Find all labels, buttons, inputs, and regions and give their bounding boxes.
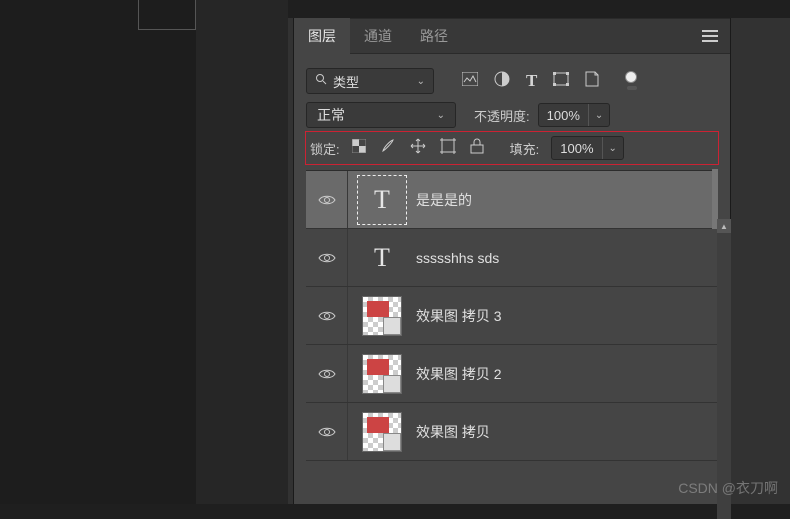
layer-thumb-text: T [362, 180, 402, 220]
opacity-value: 100% [539, 108, 588, 123]
layer-thumb-smart [362, 296, 402, 336]
scroll-up-icon[interactable]: ▲ [717, 219, 731, 233]
layer-name[interactable]: 效果图 拷贝 2 [416, 364, 502, 384]
opacity-label: 不透明度: [474, 106, 530, 125]
layer-item[interactable]: 效果图 拷贝 [306, 403, 718, 461]
fill-input[interactable]: 100% ⌄ [551, 136, 624, 160]
layers-list: T 是是是的 T ssssshhs sds 效果图 拷贝 3 效果图 拷贝 2 [306, 170, 718, 461]
document-edge [0, 0, 196, 504]
lock-brush-icon[interactable] [380, 138, 396, 159]
filter-row: 类型 ⌄ T [306, 64, 718, 98]
canvas-area [0, 0, 288, 504]
filter-pixel-icon[interactable] [462, 72, 478, 91]
panel-gutter-right [730, 18, 790, 504]
chevron-down-icon: ⌄ [437, 110, 445, 121]
watermark: CSDN @衣刀啊 [678, 478, 778, 498]
fill-value: 100% [552, 141, 601, 156]
visibility-toggle[interactable] [306, 287, 348, 344]
lock-label: 锁定: [310, 139, 340, 158]
layer-item[interactable]: 效果图 拷贝 2 [306, 345, 718, 403]
panel-menu-icon[interactable] [690, 30, 730, 42]
panel-divider-left [288, 18, 294, 504]
lock-artboard-icon[interactable] [440, 138, 456, 159]
layer-item[interactable]: T ssssshhs sds [306, 229, 718, 287]
layer-name[interactable]: 效果图 拷贝 3 [416, 306, 502, 326]
layer-name[interactable]: ssssshhs sds [416, 250, 499, 266]
search-icon [315, 72, 327, 90]
layers-scrollbar[interactable]: ▲ [717, 219, 731, 519]
chevron-down-icon: ⌄ [602, 137, 623, 159]
blend-mode-label: 正常 [317, 105, 437, 125]
panel-body: 类型 ⌄ T 正常 ⌄ 不透明度: 100% ⌄ [294, 54, 730, 471]
layer-thumb-smart [362, 354, 402, 394]
layer-name[interactable]: 效果图 拷贝 [416, 422, 490, 442]
fill-label: 填充: [510, 139, 540, 158]
lock-icons [352, 138, 484, 159]
lock-row: 锁定: 填充: 100% ⌄ [306, 132, 718, 164]
opacity-input[interactable]: 100% ⌄ [538, 103, 611, 127]
filter-kind-label: 类型 [333, 72, 417, 91]
lock-all-icon[interactable] [470, 138, 484, 159]
tab-channels[interactable]: 通道 [350, 18, 406, 54]
chevron-down-icon: ⌄ [417, 76, 425, 87]
filter-kind-select[interactable]: 类型 ⌄ [306, 68, 434, 94]
layer-item[interactable]: 效果图 拷贝 3 [306, 287, 718, 345]
blend-mode-select[interactable]: 正常 ⌄ [306, 102, 456, 128]
layer-name[interactable]: 是是是的 [416, 190, 472, 210]
blend-row: 正常 ⌄ 不透明度: 100% ⌄ [306, 98, 718, 132]
filter-adjustment-icon[interactable] [494, 71, 510, 92]
filter-toggle[interactable] [625, 71, 637, 83]
filter-shape-icon[interactable] [553, 72, 569, 91]
lock-transparency-icon[interactable] [352, 139, 366, 158]
layer-thumb-smart [362, 412, 402, 452]
visibility-toggle[interactable] [306, 345, 348, 402]
layer-thumb-text: T [362, 238, 402, 278]
lock-position-icon[interactable] [410, 138, 426, 159]
visibility-toggle[interactable] [306, 171, 348, 228]
layers-panel: 图层 通道 路径 类型 ⌄ T [288, 18, 790, 504]
chevron-down-icon: ⌄ [588, 104, 609, 126]
panel-tabs: 图层 通道 路径 [294, 18, 730, 54]
tab-layers[interactable]: 图层 [294, 18, 350, 54]
filter-smart-icon[interactable] [585, 71, 599, 92]
document-corner [138, 0, 196, 30]
tab-paths[interactable]: 路径 [406, 18, 462, 54]
visibility-toggle[interactable] [306, 403, 348, 460]
visibility-toggle[interactable] [306, 229, 348, 286]
filter-type-icon[interactable]: T [526, 71, 537, 91]
filter-type-icons: T [462, 71, 637, 92]
layer-item[interactable]: T 是是是的 [306, 171, 718, 229]
